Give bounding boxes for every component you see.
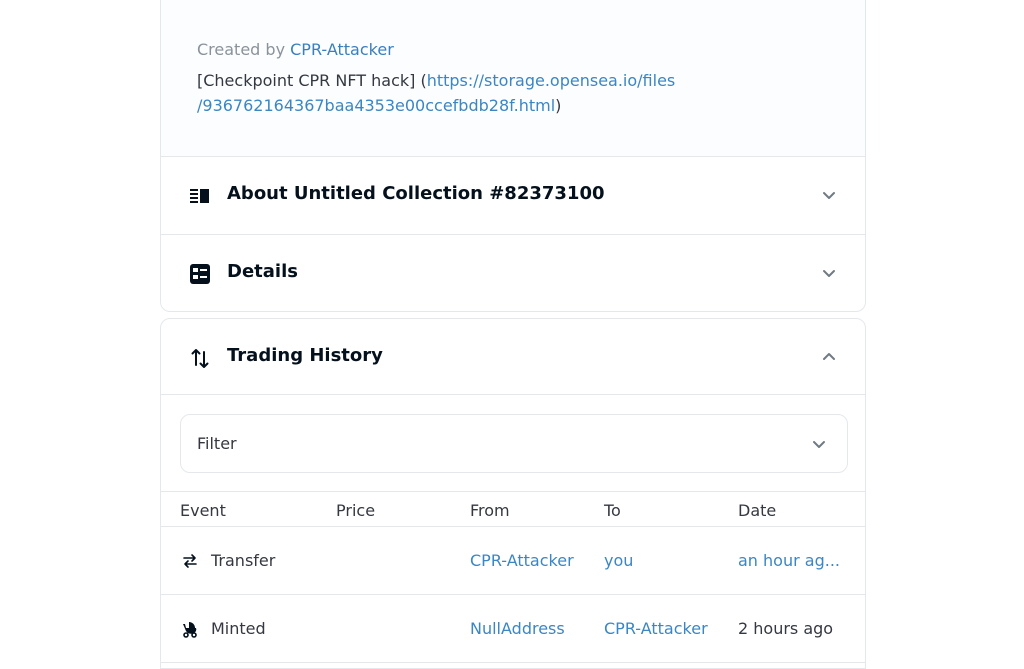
column-header-price: Price: [336, 501, 376, 520]
trading-history-header[interactable]: Trading History: [161, 319, 865, 395]
about-collection-section[interactable]: About Untitled Collection #82373100: [160, 157, 866, 235]
text-align-icon: [190, 189, 209, 203]
chevron-down-icon[interactable]: [821, 187, 837, 203]
storage-link-part2[interactable]: /936762164367baa4353e00ccefbdb28f.html: [197, 96, 555, 115]
about-collection-title: About Untitled Collection #82373100: [227, 183, 605, 204]
details-title: Details: [227, 261, 298, 282]
filter-label: Filter: [197, 434, 237, 453]
trading-history-title: Trading History: [227, 345, 383, 366]
description-panel: Created by CPR-Attacker [Checkpoint CPR …: [160, 0, 866, 157]
chevron-up-icon[interactable]: [821, 349, 837, 365]
event-date-link[interactable]: an hour ag...: [738, 551, 840, 570]
created-by-label: Created by: [197, 40, 286, 59]
event-filter-select[interactable]: Filter: [180, 414, 848, 473]
creator-link[interactable]: CPR-Attacker: [290, 40, 394, 59]
chevron-down-icon: [813, 441, 825, 448]
details-section[interactable]: Details: [160, 235, 866, 312]
from-user-link[interactable]: NullAddress: [470, 619, 565, 638]
table-row: Transfer CPR-Attacker you an hour ag...: [161, 527, 865, 595]
storage-link-part1[interactable]: https://storage.opensea.io/files: [427, 71, 676, 90]
description-text: [Checkpoint CPR NFT hack] (: [197, 71, 427, 90]
event-date: 2 hours ago: [738, 619, 834, 638]
trading-history-section: Trading History Filter Event Price From …: [160, 318, 866, 669]
details-list-icon: [190, 264, 210, 284]
swap-vertical-icon: [191, 349, 209, 368]
transfer-icon: [183, 554, 197, 568]
created-by: Created by CPR-Attacker: [197, 40, 394, 59]
column-header-from: From: [470, 501, 510, 520]
column-header-date: Date: [738, 501, 777, 520]
column-header-event: Event: [180, 501, 226, 520]
about-collection-header[interactable]: About Untitled Collection #82373100: [161, 157, 865, 233]
event-name: Transfer: [211, 551, 276, 570]
event-name: Minted: [211, 619, 266, 638]
table-row: Minted NullAddress CPR-Attacker 2 hours …: [161, 595, 865, 663]
description-close-paren: ): [555, 96, 562, 115]
description-text-line1: [Checkpoint CPR NFT hack] (https://stora…: [197, 71, 675, 90]
table-header: Event Price From To Date: [161, 491, 865, 527]
chevron-down-icon[interactable]: [821, 265, 837, 281]
description-text-line2: /936762164367baa4353e00ccefbdb28f.html): [197, 96, 561, 115]
item-panel-column: Created by CPR-Attacker [Checkpoint CPR …: [160, 0, 866, 669]
column-header-to: To: [604, 501, 621, 520]
stroller-icon: [183, 622, 197, 638]
to-user-link[interactable]: you: [604, 551, 633, 570]
to-user-link[interactable]: CPR-Attacker: [604, 619, 708, 638]
from-user-link[interactable]: CPR-Attacker: [470, 551, 574, 570]
details-header[interactable]: Details: [161, 235, 865, 311]
